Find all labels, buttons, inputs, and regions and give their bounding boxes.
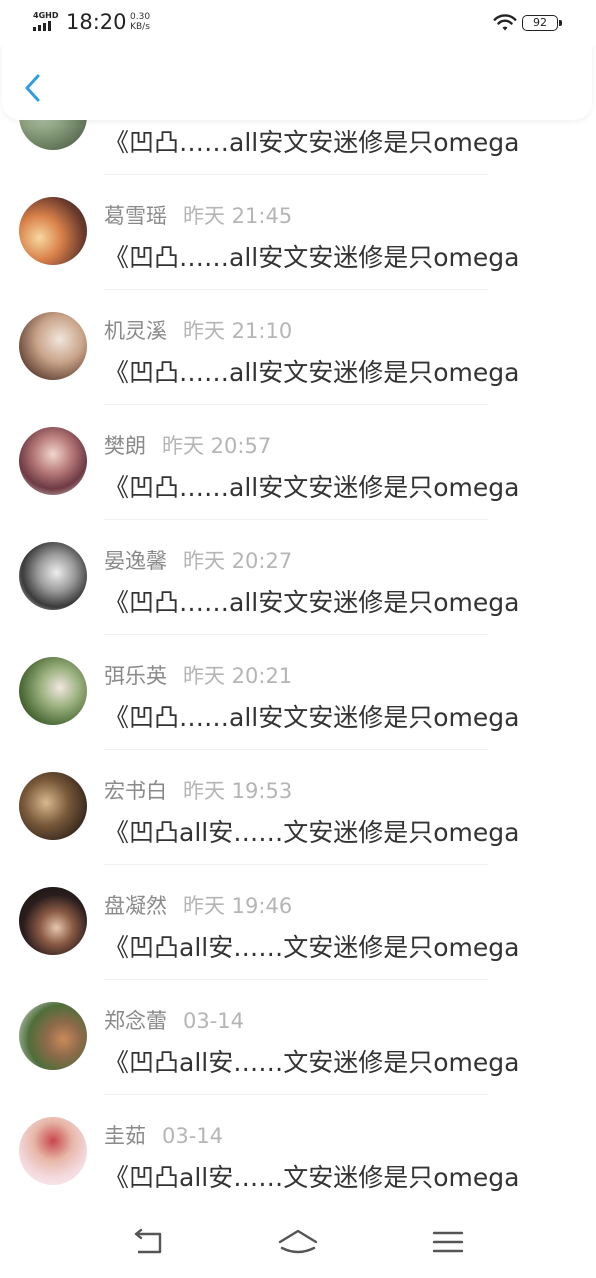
avatar[interactable] bbox=[19, 657, 87, 725]
list-item-time: 昨天 20:57 bbox=[162, 434, 272, 458]
navigation-bar bbox=[0, 1212, 596, 1278]
list-item[interactable]: 盘凝然 昨天 19:46 《凹凸all安……文安迷修是只omega bbox=[0, 865, 596, 980]
list-item-name: 樊朗 昨天 20:57 bbox=[104, 430, 271, 460]
list-item-message: 《凹凸……all安文安迷修是只omega bbox=[104, 128, 520, 157]
back-arrow-icon[interactable] bbox=[126, 1226, 170, 1258]
network-type: 4GHD bbox=[33, 11, 59, 20]
list-item-time: 昨天 21:45 bbox=[183, 204, 293, 228]
list-item-name-text: 盘凝然 bbox=[104, 894, 167, 918]
list-item[interactable]: 机灵溪 昨天 21:10 《凹凸……all安文安迷修是只omega bbox=[0, 290, 596, 405]
list-item[interactable]: 郑念蕾 03-14 《凹凸all安……文安迷修是只omega bbox=[0, 980, 596, 1095]
list-item-time: 03-14 bbox=[162, 1124, 224, 1148]
list-item-name: 盘凝然 昨天 19:46 bbox=[104, 890, 292, 920]
chevron-left-icon[interactable] bbox=[20, 70, 48, 106]
list-item-name-text: 晏逸馨 bbox=[104, 549, 167, 573]
list-item-message: 《凹凸all安……文安迷修是只omega bbox=[104, 1163, 520, 1192]
menu-icon[interactable] bbox=[426, 1226, 470, 1258]
home-icon[interactable] bbox=[276, 1226, 320, 1258]
list-item-name: 郑念蕾 03-14 bbox=[104, 1005, 244, 1035]
wifi-icon bbox=[493, 14, 517, 31]
network-speed-unit: KB/s bbox=[130, 22, 150, 32]
signal-icon: 4GHD bbox=[32, 11, 58, 33]
list-item-message: 《凹凸……all安文安迷修是只omega bbox=[104, 473, 520, 502]
list-item-message: 《凹凸all安……文安迷修是只omega bbox=[104, 818, 520, 847]
list-item-time: 昨天 19:46 bbox=[183, 894, 293, 918]
list-item-name-text: 郑念蕾 bbox=[104, 1009, 167, 1033]
list-item-message: 《凹凸……all安文安迷修是只omega bbox=[104, 243, 520, 272]
list-item-name: 晏逸馨 昨天 20:27 bbox=[104, 545, 292, 575]
list-item-name: 葛雪瑶 昨天 21:45 bbox=[104, 200, 292, 230]
network-speed-value: 0.30 bbox=[130, 12, 151, 22]
list-item-name: 圭茹 03-14 bbox=[104, 1120, 223, 1150]
list-item-message: 《凹凸all安……文安迷修是只omega bbox=[104, 1048, 520, 1077]
list-item-time: 昨天 21:10 bbox=[183, 319, 293, 343]
avatar[interactable] bbox=[19, 1117, 87, 1185]
list-item-message: 《凹凸……all安文安迷修是只omega bbox=[104, 588, 520, 617]
list-item-message: 《凹凸……all安文安迷修是只omega bbox=[104, 703, 520, 732]
avatar[interactable] bbox=[19, 1002, 87, 1070]
avatar[interactable] bbox=[19, 542, 87, 610]
list-item-name-text: 宏书白 bbox=[104, 779, 167, 803]
status-bar: 4GHD 18:20 0.30 KB/s 92 bbox=[0, 0, 596, 46]
avatar[interactable] bbox=[19, 427, 87, 495]
list-item-message: 《凹凸all安……文安迷修是只omega bbox=[104, 933, 520, 962]
header bbox=[2, 40, 592, 120]
screen: 4GHD 18:20 0.30 KB/s 92 《凹凸……all安文安迷修是只o… bbox=[0, 0, 596, 1278]
list-item[interactable]: 葛雪瑶 昨天 21:45 《凹凸……all安文安迷修是只omega bbox=[0, 175, 596, 290]
list-item-name-text: 机灵溪 bbox=[104, 319, 167, 343]
list-item[interactable]: 樊朗 昨天 20:57 《凹凸……all安文安迷修是只omega bbox=[0, 405, 596, 520]
avatar[interactable] bbox=[19, 772, 87, 840]
list-item-time: 03-14 bbox=[183, 1009, 245, 1033]
avatar[interactable] bbox=[19, 887, 87, 955]
list-item-message: 《凹凸……all安文安迷修是只omega bbox=[104, 358, 520, 387]
list-item-time: 昨天 20:27 bbox=[183, 549, 293, 573]
list-item-name: 机灵溪 昨天 21:10 bbox=[104, 315, 292, 345]
avatar[interactable] bbox=[19, 197, 87, 265]
list-item-name-text: 葛雪瑶 bbox=[104, 204, 167, 228]
list-item[interactable]: 晏逸馨 昨天 20:27 《凹凸……all安文安迷修是只omega bbox=[0, 520, 596, 635]
list-item-name: 宏书白 昨天 19:53 bbox=[104, 775, 292, 805]
list-item-time: 昨天 19:53 bbox=[183, 779, 293, 803]
list-item-time: 昨天 20:21 bbox=[183, 664, 293, 688]
network-speed: 0.30 KB/s bbox=[130, 12, 150, 32]
list-item-name-text: 圭茹 bbox=[104, 1124, 146, 1148]
list-item-name-text: 弭乐英 bbox=[104, 664, 167, 688]
battery-icon: 92 bbox=[522, 15, 562, 31]
status-time: 18:20 bbox=[66, 10, 127, 34]
list-item[interactable]: 弭乐英 昨天 20:21 《凹凸……all安文安迷修是只omega bbox=[0, 635, 596, 750]
list-item-name: 弭乐英 昨天 20:21 bbox=[104, 660, 292, 690]
avatar[interactable] bbox=[19, 312, 87, 380]
list-item[interactable]: 圭茹 03-14 《凹凸all安……文安迷修是只omega bbox=[0, 1095, 596, 1210]
list-item-name-text: 樊朗 bbox=[104, 434, 146, 458]
list-item[interactable]: 宏书白 昨天 19:53 《凹凸all安……文安迷修是只omega bbox=[0, 750, 596, 865]
